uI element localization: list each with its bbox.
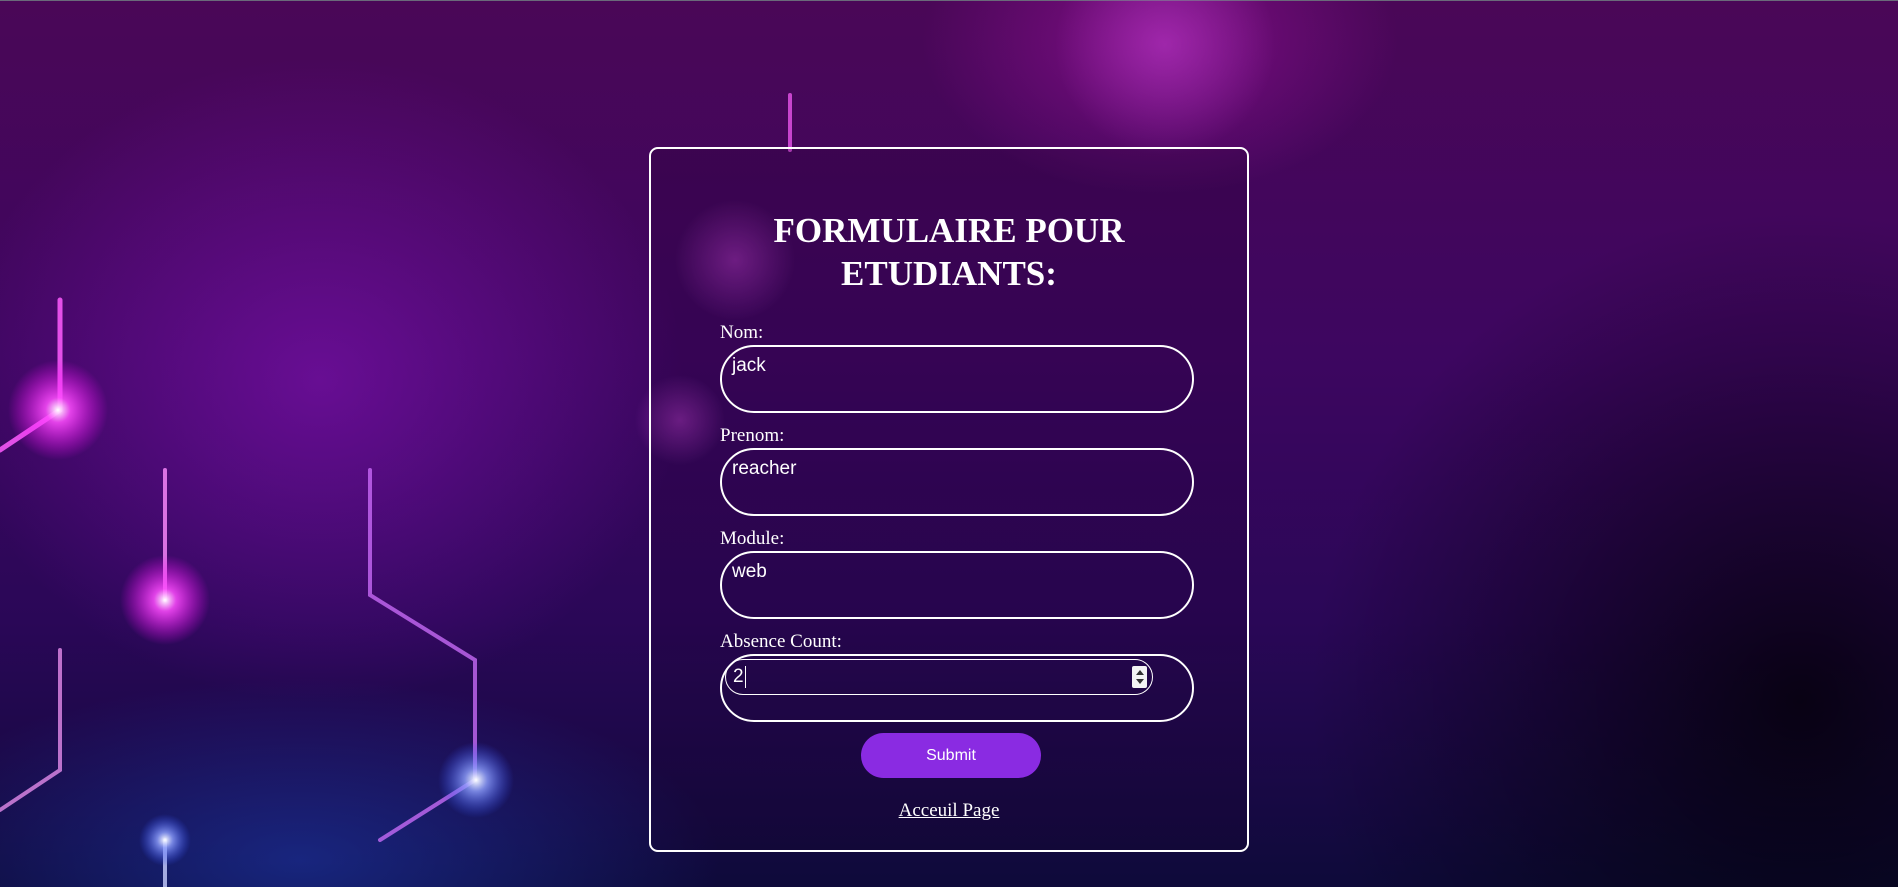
absence-count-input[interactable]: 2 xyxy=(725,659,1153,695)
absence-count-label: Absence Count: xyxy=(720,631,842,652)
nom-input[interactable]: jack xyxy=(720,345,1194,413)
spinner-down-icon[interactable] xyxy=(1135,679,1144,684)
submit-button[interactable]: Submit xyxy=(861,733,1041,778)
absence-count-wrapper: 2 xyxy=(720,654,1194,722)
module-label: Module: xyxy=(720,528,785,549)
number-spinner[interactable] xyxy=(1132,666,1147,688)
absence-count-value: 2 xyxy=(733,666,744,687)
prenom-input[interactable]: reacher xyxy=(720,448,1194,516)
text-caret xyxy=(745,666,746,688)
student-form-card: FORMULAIRE POUR ETUDIANTS: Nom: jack Pre… xyxy=(649,147,1249,852)
module-input[interactable]: web xyxy=(720,551,1194,619)
module-input-value: web xyxy=(732,561,767,582)
spinner-up-icon[interactable] xyxy=(1135,670,1144,675)
form-title: FORMULAIRE POUR ETUDIANTS: xyxy=(773,211,1125,293)
nom-label: Nom: xyxy=(720,322,764,343)
home-page-link[interactable]: Acceuil Page xyxy=(651,800,1247,822)
prenom-input-value: reacher xyxy=(732,458,797,479)
prenom-label: Prenom: xyxy=(720,425,785,446)
nom-input-value: jack xyxy=(732,355,766,376)
